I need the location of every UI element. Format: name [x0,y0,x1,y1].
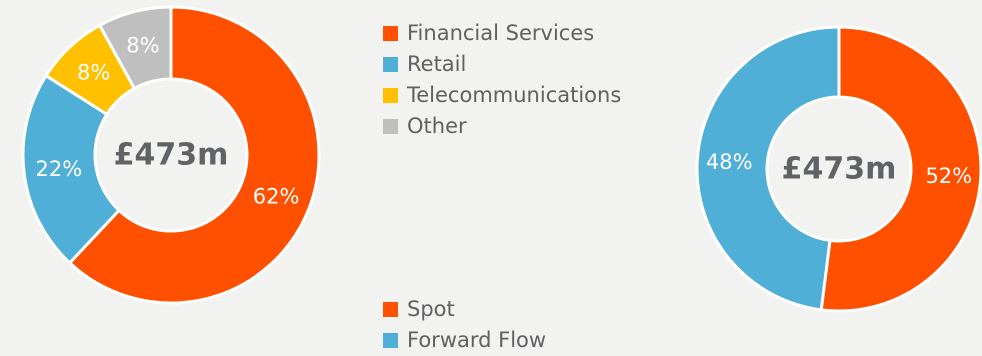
legend-swatch [383,333,398,348]
legend-label: Telecommunications [407,83,622,107]
legend-item: Other [383,111,621,142]
legend-sector: Financial Services Retail Telecommunicat… [383,18,621,142]
slice-value-label: 48% [706,150,753,174]
donut-center-label: £473m [782,152,897,187]
slice-value-label: 62% [253,185,300,209]
legend-swatch [383,26,398,41]
legend-swatch [383,302,398,317]
legend-label: Forward Flow [407,328,547,352]
slice-value-label: 52% [925,164,972,188]
legend-label: Retail [407,52,467,76]
donut-chart-deal-type: 52% 48% £473m [695,25,982,313]
legend-swatch [383,119,398,134]
legend-item: Retail [383,49,621,80]
legend-item: Spot [383,294,546,325]
legend-label: Spot [407,297,455,321]
legend-item: Financial Services [383,18,621,49]
donut-chart-sector: 62% 22% 8% 8% £473m [21,5,321,305]
slice-value-label: 22% [36,157,83,181]
donut-center-label: £473m [114,138,229,173]
legend-label: Other [407,114,467,138]
slice-value-label: 8% [77,61,110,85]
slice-value-label: 8% [126,34,159,58]
legend-item: Telecommunications [383,80,621,111]
legend-deal-type: Spot Forward Flow [383,294,546,356]
legend-item: Forward Flow [383,325,546,356]
legend-label: Financial Services [407,21,595,45]
legend-swatch [383,88,398,103]
legend-swatch [383,57,398,72]
